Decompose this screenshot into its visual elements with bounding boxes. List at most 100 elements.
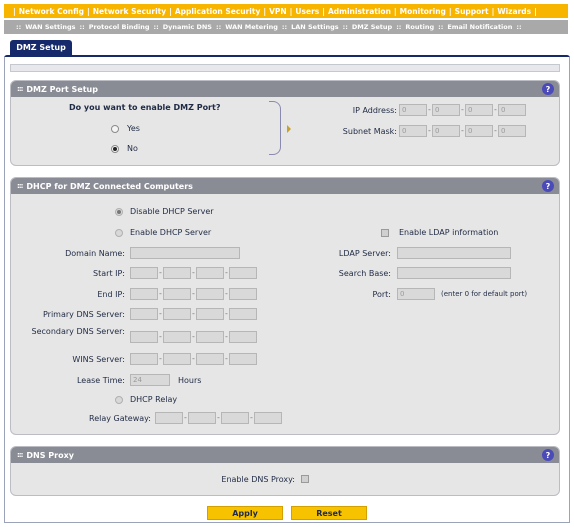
subnav-protocol-binding[interactable]: Protocol Binding <box>89 23 150 31</box>
nav-network-config[interactable]: Network Config <box>19 7 84 16</box>
wins-octet-1[interactable] <box>130 353 158 365</box>
wins-octet-3[interactable] <box>196 353 224 365</box>
lease-time-label: Lease Time: <box>76 376 125 385</box>
relay-gateway-label: Relay Gateway: <box>89 414 151 423</box>
nav-application-security[interactable]: Application Security <box>175 7 260 16</box>
subnav-dmz-setup[interactable]: DMZ Setup <box>352 23 392 31</box>
subnav-wan-settings[interactable]: WAN Settings <box>25 23 75 31</box>
help-icon[interactable]: ? <box>542 449 554 461</box>
primary-dns-octet-1[interactable] <box>130 308 158 320</box>
port-input[interactable]: 0 <box>397 288 435 300</box>
primary-dns-octet-2[interactable] <box>163 308 191 320</box>
nav-users[interactable]: Users <box>295 7 319 16</box>
subnav-wan-metering[interactable]: WAN Metering <box>225 23 278 31</box>
enable-dns-proxy-checkbox[interactable] <box>301 475 309 483</box>
octet-separator: - <box>461 126 464 135</box>
wins-server-label: WINS Server: <box>72 355 125 364</box>
start-ip-octet-2[interactable] <box>163 267 191 279</box>
domain-name-input[interactable] <box>130 247 240 259</box>
grip-icon: ::: <box>17 451 23 459</box>
ip-octet-3[interactable]: 0 <box>465 104 493 116</box>
nav-administration[interactable]: Administration <box>328 7 391 16</box>
help-icon[interactable]: ? <box>542 83 554 95</box>
octet-separator: - <box>159 332 162 341</box>
reset-button[interactable]: Reset <box>291 506 367 520</box>
ip-octet-2[interactable]: 0 <box>432 104 460 116</box>
search-base-input[interactable] <box>397 267 511 279</box>
octet-separator: - <box>428 105 431 114</box>
nav-network-security[interactable]: Network Security <box>93 7 166 16</box>
octet-separator: - <box>192 289 195 298</box>
tab-dmz-setup[interactable]: DMZ Setup <box>10 40 72 55</box>
start-ip-octet-1[interactable] <box>130 267 158 279</box>
subnav-email-notification[interactable]: Email Notification <box>447 23 512 31</box>
dhcp-title: DHCP for DMZ Connected Computers <box>26 181 193 191</box>
mask-octet-1[interactable]: 0 <box>399 125 427 137</box>
subnav-routing[interactable]: Routing <box>405 23 434 31</box>
enable-dhcp-label: Enable DHCP Server <box>130 228 212 237</box>
end-ip-octet-3[interactable] <box>196 288 224 300</box>
end-ip-octet-2[interactable] <box>163 288 191 300</box>
octet-separator: - <box>192 268 195 277</box>
wins-octet-4[interactable] <box>229 353 257 365</box>
end-ip-label: End IP: <box>97 290 125 299</box>
relay-gateway-octet-1[interactable] <box>155 412 183 424</box>
subnet-mask-label: Subnet Mask: <box>342 127 397 136</box>
port-hint: (enter 0 for default port) <box>441 290 528 298</box>
mask-octet-3[interactable]: 0 <box>465 125 493 137</box>
lease-time-input[interactable]: 24 <box>130 374 170 386</box>
subnav-separator: :: <box>16 23 22 31</box>
wins-octet-2[interactable] <box>163 353 191 365</box>
end-ip-octet-4[interactable] <box>229 288 257 300</box>
mask-octet-2[interactable]: 0 <box>432 125 460 137</box>
start-ip-octet-4[interactable] <box>229 267 257 279</box>
secondary-dns-octet-2[interactable] <box>163 331 191 343</box>
subnav-separator: :: <box>153 23 159 31</box>
subnav-separator: :: <box>215 23 222 31</box>
mask-octet-4[interactable]: 0 <box>498 125 526 137</box>
help-icon[interactable]: ? <box>542 180 554 192</box>
secondary-dns-octet-1[interactable] <box>130 331 158 343</box>
ip-octet-1[interactable]: 0 <box>399 104 427 116</box>
ldap-server-input[interactable] <box>397 247 511 259</box>
nav-vpn[interactable]: VPN <box>269 7 287 16</box>
secondary-dns-octet-4[interactable] <box>229 331 257 343</box>
subnav-separator: :: <box>438 23 444 31</box>
dhcp-header: ::: DHCP for DMZ Connected Computers ? <box>11 178 559 194</box>
relay-gateway-octet-3[interactable] <box>221 412 249 424</box>
octet-separator: - <box>461 105 464 114</box>
nav-separator: | <box>169 6 172 16</box>
start-ip-label: Start IP: <box>93 269 125 278</box>
dmz-port-section: ::: DMZ Port Setup ? Do you want to enab… <box>10 80 560 166</box>
subnav-separator: :: <box>281 23 288 31</box>
nav-support[interactable]: Support <box>455 7 489 16</box>
nav-monitoring[interactable]: Monitoring <box>400 7 446 16</box>
dmz-no-label: No <box>127 144 138 153</box>
dmz-yes-radio[interactable] <box>111 125 119 133</box>
subnav-lan-settings[interactable]: LAN Settings <box>291 23 339 31</box>
relay-gateway-octet-2[interactable] <box>188 412 216 424</box>
primary-dns-octet-3[interactable] <box>196 308 224 320</box>
start-ip-octet-3[interactable] <box>196 267 224 279</box>
end-ip-octet-1[interactable] <box>130 288 158 300</box>
disable-dhcp-radio[interactable] <box>115 208 123 216</box>
subnav-dynamic-dns[interactable]: Dynamic DNS <box>163 23 212 31</box>
secondary-dns-octet-3[interactable] <box>196 331 224 343</box>
octet-separator: - <box>192 332 195 341</box>
dns-proxy-header: ::: DNS Proxy ? <box>11 447 559 463</box>
apply-button[interactable]: Apply <box>207 506 283 520</box>
enable-ldap-checkbox[interactable] <box>381 229 389 237</box>
relay-gateway-octet-4[interactable] <box>254 412 282 424</box>
enable-dhcp-radio[interactable] <box>115 229 123 237</box>
subnav-separator: :: <box>79 23 85 31</box>
dhcp-relay-radio[interactable] <box>115 396 123 404</box>
dmz-no-radio[interactable] <box>111 145 119 153</box>
dmz-question: Do you want to enable DMZ Port? <box>69 103 221 112</box>
nav-separator: | <box>491 6 495 16</box>
ip-octet-4[interactable]: 0 <box>498 104 526 116</box>
disable-dhcp-label: Disable DHCP Server <box>130 207 214 216</box>
dhcp-relay-label: DHCP Relay <box>130 395 178 404</box>
primary-dns-octet-4[interactable] <box>229 308 257 320</box>
nav-wizards[interactable]: Wizards <box>497 7 531 16</box>
enable-ldap-label: Enable LDAP information <box>399 228 499 237</box>
